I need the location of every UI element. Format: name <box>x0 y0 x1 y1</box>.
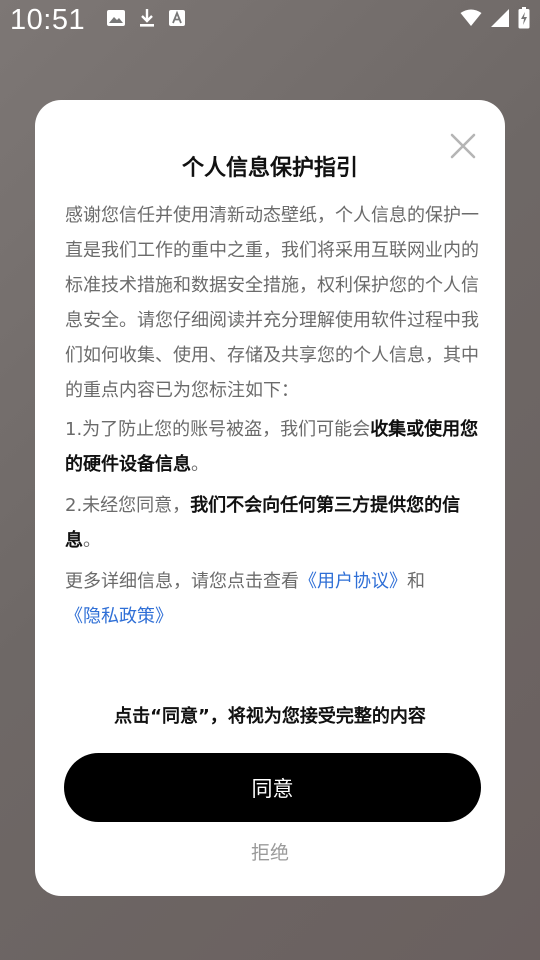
item-hardware-info: 1.为了防止您的账号被盗，我们可能会收集或使用您的硬件设备信息。 <box>65 412 481 482</box>
privacy-policy-link[interactable]: 《隐私政策》 <box>65 606 173 627</box>
notification-icons <box>106 8 186 28</box>
item2-prefix: 2.未经您同意， <box>65 495 191 516</box>
signal-icon <box>490 8 510 28</box>
privacy-dialog: 个人信息保护指引 感谢您信任并使用清新动态壁纸，个人信息的保护一直是我们工作的重… <box>35 100 505 896</box>
agree-button-label: 同意 <box>251 776 294 801</box>
intro-text: 感谢您信任并使用清新动态壁纸，个人信息的保护一直是我们工作的重中之重，我们将采用… <box>65 205 479 401</box>
dialog-body: 感谢您信任并使用清新动态壁纸，个人信息的保护一直是我们工作的重中之重，我们将采用… <box>65 198 481 634</box>
download-icon <box>138 8 156 28</box>
wifi-icon <box>460 9 482 27</box>
more-info-and: 和 <box>407 571 425 592</box>
item2-suffix: 。 <box>83 530 101 551</box>
status-time: 10:51 <box>10 4 86 36</box>
image-icon <box>106 9 126 27</box>
agree-button[interactable]: 同意 <box>64 753 481 822</box>
item1-suffix: 。 <box>191 454 209 475</box>
dialog-title: 个人信息保护指引 <box>181 156 358 181</box>
translate-icon <box>168 9 186 27</box>
item-third-party: 2.未经您同意，我们不会向任何第三方提供您的信息。 <box>65 488 481 558</box>
item1-prefix: 1.为了防止您的账号被盗，我们可能会 <box>65 419 371 440</box>
status-bar: 10:51 <box>0 0 540 44</box>
reject-button[interactable]: 拒绝 <box>35 838 505 865</box>
more-info: 更多详细信息，请您点击查看《用户协议》和《隐私政策》 <box>65 564 481 634</box>
more-info-text: 更多详细信息，请您点击查看 <box>65 571 299 592</box>
confirm-note: 点击“同意”，将视为您接受完整的内容 <box>114 706 426 727</box>
system-icons <box>460 7 530 29</box>
user-agreement-link[interactable]: 《用户协议》 <box>299 571 407 592</box>
battery-icon <box>518 7 530 29</box>
